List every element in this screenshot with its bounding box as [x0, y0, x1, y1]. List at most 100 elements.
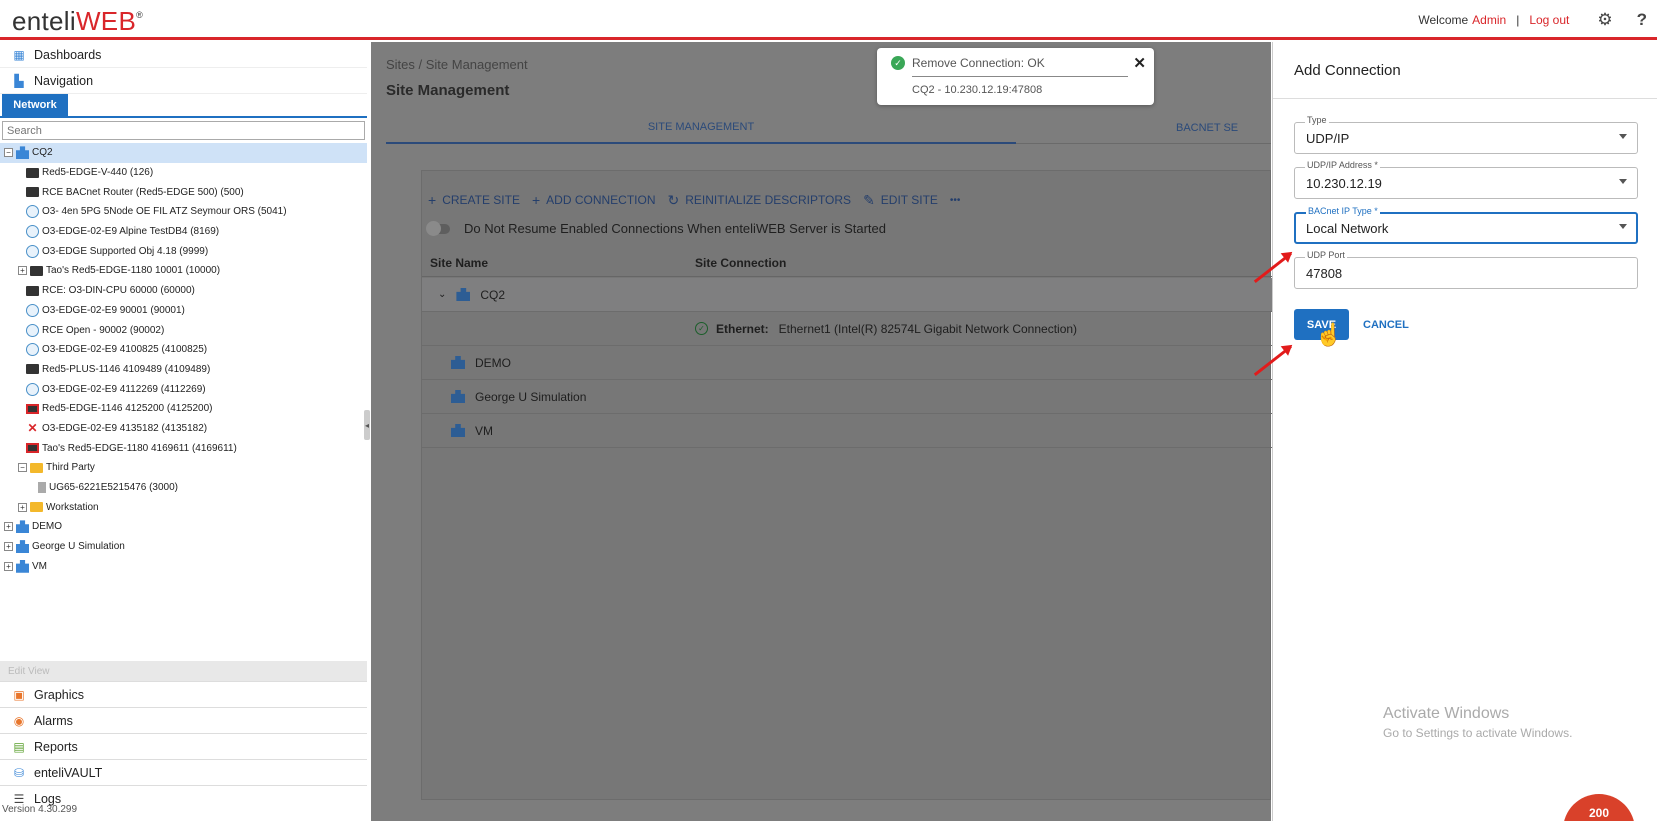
edit-view-button[interactable]: Edit View	[0, 661, 367, 681]
sidebar-item-graphics[interactable]: ▣ Graphics	[0, 681, 367, 707]
panel-divider	[1273, 98, 1657, 99]
close-icon[interactable]: ✕	[1133, 54, 1146, 72]
add-connection-button[interactable]: + ADD CONNECTION	[532, 192, 656, 208]
reinitialize-descriptors-button[interactable]: ↻ REINITIALIZE DESCRIPTORS	[668, 192, 852, 209]
tree-node[interactable]: RCE: O3-DIN-CPU 60000 (60000)	[0, 281, 367, 301]
table-row[interactable]: George U Simulation	[422, 380, 1272, 414]
building-icon	[16, 540, 29, 554]
sidebar-item-reports[interactable]: ▤ Reports	[0, 733, 367, 759]
tree-node[interactable]: + Workstation	[0, 497, 367, 517]
sites-table-header: Site Name Site Connection	[422, 249, 1272, 277]
plus-icon: +	[428, 192, 437, 208]
resume-connections-label: Do Not Resume Enabled Connections When e…	[464, 221, 886, 236]
expand-icon[interactable]: +	[4, 542, 13, 552]
header-separator: |	[1516, 13, 1520, 27]
expand-icon[interactable]: +	[4, 561, 13, 571]
type-select[interactable]: Type UDP/IP	[1294, 115, 1638, 154]
tree-node[interactable]: − Third Party	[0, 458, 367, 478]
sidebar-bottom-menu: ▣ Graphics ◉ Alarms ▤ Reports ⛁ enteliVA…	[0, 681, 367, 811]
app-header: enteliWEB® Welcome Admin | Log out ⚙ ?	[0, 0, 1657, 40]
tree-node[interactable]: O3-EDGE-02-E9 Alpine TestDB4 (8169)	[0, 222, 367, 242]
page-title: Site Management	[386, 82, 510, 99]
sidebar-item-alarms[interactable]: ◉ Alarms	[0, 707, 367, 733]
tree-node[interactable]: Tao's Red5-EDGE-1180 4169611 (4169611)	[0, 438, 367, 458]
sidebar-item-dashboards[interactable]: ▦ Dashboards	[0, 42, 367, 68]
tree-node[interactable]: O3- 4en 5PG 5Node OE FIL ATZ Seymour ORS…	[0, 202, 367, 222]
more-options-button[interactable]: •••	[950, 195, 961, 206]
tree-node[interactable]: Red5-PLUS-1146 4109489 (4109489)	[0, 360, 367, 380]
udp-ip-address-select[interactable]: UDP/IP Address * 10.230.12.19	[1294, 160, 1638, 199]
tree-node[interactable]: RCE BACnet Router (Red5-EDGE 500) (500)	[0, 182, 367, 202]
document-icon	[38, 482, 46, 494]
tree-node[interactable]: + DEMO	[0, 517, 367, 537]
folder-icon	[30, 462, 43, 473]
tree-node[interactable]: O3-EDGE-02-E9 4100825 (4100825)	[0, 340, 367, 360]
tree-node[interactable]: + Tao's Red5-EDGE-1180 10001 (10000)	[0, 261, 367, 281]
chevron-down-icon[interactable]: ⌄	[438, 289, 446, 300]
expand-icon[interactable]: +	[4, 522, 13, 532]
tree-node[interactable]: ✕ O3-EDGE-02-E9 4135182 (4135182)	[0, 419, 367, 439]
tree-node-label: CQ2	[32, 147, 53, 159]
tree-node[interactable]: + George U Simulation	[0, 537, 367, 557]
tree-node[interactable]: − CQ2	[0, 143, 367, 163]
tree-node[interactable]: O3-EDGE-02-E9 90001 (90001)	[0, 301, 367, 321]
vault-icon: ⛁	[13, 765, 25, 780]
device-icon	[26, 187, 39, 198]
column-site-name[interactable]: Site Name	[430, 256, 488, 270]
table-row[interactable]: ✓ Ethernet: Ethernet1 (Intel(R) 82574L G…	[422, 312, 1272, 346]
error-icon: ✕	[27, 420, 38, 435]
collapse-icon[interactable]: −	[4, 148, 13, 158]
tree-node[interactable]: Red5-EDGE-V-440 (126)	[0, 163, 367, 183]
tree-node[interactable]: Red5-EDGE-1146 4125200 (4125200)	[0, 399, 367, 419]
tree-node-label: Red5-EDGE-1146 4125200 (4125200)	[42, 403, 213, 415]
table-row[interactable]: VM	[422, 414, 1272, 448]
tree-node-label: Red5-PLUS-1146 4109489 (4109489)	[42, 363, 211, 375]
controller-icon	[26, 382, 39, 396]
tab-network[interactable]: Network	[2, 94, 68, 116]
table-row[interactable]: DEMO	[422, 346, 1272, 380]
tree-node[interactable]: O3-EDGE-02-E9 4112269 (4112269)	[0, 379, 367, 399]
tree-node-label: Tao's Red5-EDGE-1180 10001 (10000)	[46, 265, 221, 277]
building-icon	[16, 520, 29, 534]
tab-bacnet-settings[interactable]: BACNET SE	[1176, 112, 1271, 144]
user-link[interactable]: Admin	[1472, 13, 1506, 27]
building-icon	[451, 424, 465, 437]
counter-badge[interactable]: 200	[1563, 794, 1635, 821]
edit-site-button[interactable]: ✎ EDIT SITE	[863, 192, 938, 209]
expand-icon[interactable]: +	[18, 266, 27, 276]
expand-icon[interactable]: +	[18, 502, 27, 512]
plus-icon: +	[531, 192, 541, 208]
tree-node[interactable]: UG65-6221E5215476 (3000)	[0, 478, 367, 498]
tree-node[interactable]: + VM	[0, 556, 367, 576]
device-icon	[30, 265, 43, 276]
tree-node-label: RCE: O3-DIN-CPU 60000 (60000)	[42, 285, 195, 297]
table-row[interactable]: ⌄ CQ2	[422, 278, 1272, 312]
network-tree: − CQ2 Red5-EDGE-V-440 (126) RCE BACnet Rout…	[0, 143, 367, 576]
enteliweb-logo[interactable]: enteliWEB®	[12, 6, 143, 37]
udp-port-input[interactable]: UDP Port 47808	[1294, 250, 1638, 289]
gear-icon[interactable]: ⚙	[1597, 10, 1612, 30]
help-icon[interactable]: ?	[1637, 10, 1647, 30]
tree-node-label: UG65-6221E5215476 (3000)	[49, 482, 178, 494]
tree-node[interactable]: O3-EDGE Supported Obj 4.18 (9999)	[0, 241, 367, 261]
check-circle-icon: ✓	[891, 56, 905, 70]
tree-node-label: Third Party	[46, 462, 95, 474]
column-site-connection[interactable]: Site Connection	[695, 256, 786, 270]
device-icon	[26, 285, 39, 296]
refresh-icon: ↻	[667, 191, 680, 208]
cancel-button[interactable]: CANCEL	[1363, 309, 1409, 340]
collapse-icon[interactable]: −	[18, 463, 27, 473]
pencil-icon: ✎	[863, 191, 875, 208]
resume-connections-toggle[interactable]	[426, 220, 450, 236]
bacnet-ip-type-select[interactable]: BACnet IP Type * Local Network	[1294, 206, 1638, 244]
sidebar-item-entelivault[interactable]: ⛁ enteliVAULT	[0, 759, 367, 785]
tree-search-input[interactable]	[2, 121, 365, 140]
tree-node-label: O3-EDGE-02-E9 4135182 (4135182)	[42, 422, 208, 434]
create-site-button[interactable]: + CREATE SITE	[428, 192, 520, 208]
tab-site-management[interactable]: SITE MANAGEMENT	[386, 112, 1016, 144]
sidebar-item-navigation[interactable]: ▙ Navigation	[0, 68, 367, 94]
logout-link[interactable]: Log out	[1529, 13, 1569, 27]
sidebar-collapse-handle[interactable]: ◂	[364, 410, 370, 440]
tree-node[interactable]: RCE Open - 90002 (90002)	[0, 320, 367, 340]
folder-icon	[30, 502, 43, 513]
